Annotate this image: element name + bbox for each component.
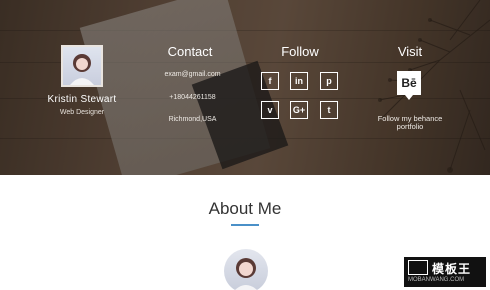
about-heading: About Me [208, 199, 282, 218]
site-watermark: 模板王 MOBANWANG.COM [404, 257, 486, 287]
contact-location: Richmond,USA [168, 116, 217, 123]
profile-avatar [61, 45, 103, 87]
profile-name: Kristin Stewart [47, 94, 117, 105]
contact-phone[interactable]: +18044261158 [150, 94, 235, 101]
watermark-url: MOBANWANG.COM [408, 277, 465, 283]
pinterest-icon[interactable]: p [320, 72, 338, 90]
facebook-icon[interactable]: f [261, 72, 279, 90]
behance-icon[interactable]: Bē [397, 71, 421, 95]
vimeo-icon[interactable]: v [261, 101, 279, 119]
linkedin-icon[interactable]: in [290, 72, 308, 90]
about-avatar [224, 249, 268, 290]
google-plus-icon[interactable]: G+ [290, 101, 308, 119]
visit-heading: Visit [397, 44, 423, 59]
contact-heading: Contact [167, 44, 213, 59]
watermark-logo-icon [408, 260, 428, 275]
watermark-text: 模板王 [432, 262, 472, 276]
heading-underline [231, 224, 259, 226]
profile-role: Web Designer [59, 109, 105, 116]
tumblr-icon[interactable]: t [320, 101, 338, 119]
visit-text-line2[interactable]: portfolio [360, 122, 460, 131]
contact-email[interactable]: exam@gmail.com [150, 71, 235, 78]
follow-heading: Follow [281, 44, 319, 59]
